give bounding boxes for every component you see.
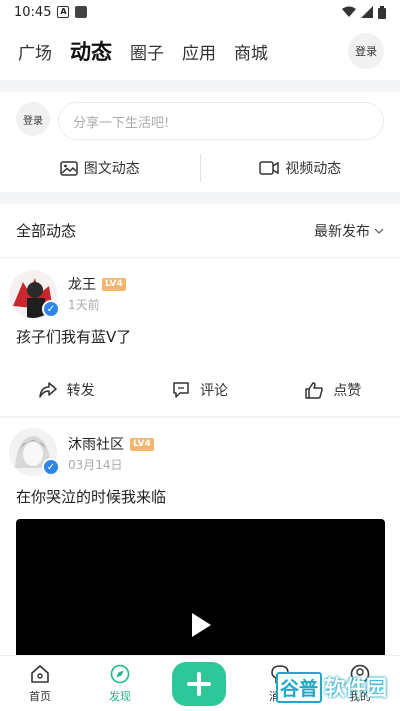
play-icon[interactable]: [190, 612, 212, 638]
bottom-tab-discover[interactable]: 发现: [80, 656, 160, 711]
image-post-button[interactable]: 图文动态: [0, 158, 200, 178]
post-time: 03月14日: [68, 458, 123, 472]
bottom-tab-home[interactable]: 首页: [0, 656, 80, 711]
feed-filter-bar: 全部动态 最新发布: [0, 204, 400, 258]
video-player[interactable]: [16, 519, 385, 659]
composer-login-avatar[interactable]: 登录: [16, 102, 50, 136]
post-time: 1天前: [68, 298, 100, 312]
top-nav: 广场 动态 圈子 应用 商城 登录: [0, 30, 400, 72]
tab-feed[interactable]: 动态: [70, 36, 112, 66]
status-bar: 10:45 A: [0, 0, 400, 24]
notification-a-icon: A: [57, 6, 70, 18]
like-label: 点赞: [333, 383, 362, 399]
share-arrow-icon: [38, 382, 57, 398]
tab-apps[interactable]: 应用: [182, 39, 216, 64]
repost-button[interactable]: 转发: [0, 380, 133, 400]
repost-label: 转发: [66, 383, 95, 399]
tab-square[interactable]: 广场: [18, 39, 52, 64]
post-composer: 登录 分享一下生活吧! 图文动态 视频动态: [0, 92, 400, 192]
level-badge: LV4: [130, 437, 154, 451]
share-input[interactable]: 分享一下生活吧!: [58, 102, 384, 140]
image-icon: [60, 160, 78, 176]
image-post-label: 图文动态: [83, 161, 140, 177]
post-author[interactable]: 龙王 LV4: [68, 274, 126, 294]
feed-post[interactable]: ✓ 沐雨社区 LV4 03月14日 在你哭泣的时候我来临: [0, 418, 400, 659]
watermark-box-text: 谷普: [276, 671, 323, 703]
post-actions: 转发 评论 点赞: [0, 370, 400, 410]
create-post-button[interactable]: [172, 662, 226, 706]
notification-square-icon: [75, 6, 88, 18]
post-text: 孩子们我有蓝V了: [16, 328, 132, 346]
signal-icon: [361, 6, 373, 18]
feed-title: 全部动态: [16, 222, 77, 240]
compass-icon: [110, 664, 130, 683]
post-text: 在你哭泣的时候我来临: [16, 488, 167, 506]
discover-label: 发现: [109, 689, 131, 703]
home-label: 首页: [29, 689, 51, 703]
thumbs-up-icon: [305, 381, 324, 399]
home-icon: [31, 664, 49, 683]
feed-post[interactable]: ✓ 龙王 LV4 1天前 孩子们我有蓝V了 转发 评论 点赞: [0, 258, 400, 416]
sort-label: 最新发布: [314, 223, 370, 240]
video-post-button[interactable]: 视频动态: [201, 158, 400, 178]
video-post-label: 视频动态: [285, 161, 342, 177]
comment-icon: [173, 382, 189, 398]
login-button[interactable]: 登录: [348, 33, 384, 69]
plus-icon: [187, 672, 211, 696]
compose-actions: 图文动态 视频动态: [0, 150, 400, 186]
battery-icon: [378, 5, 386, 19]
comment-button[interactable]: 评论: [133, 380, 266, 400]
status-time: 10:45: [14, 4, 52, 20]
sort-dropdown[interactable]: 最新发布: [314, 221, 384, 241]
section-divider: [0, 80, 400, 92]
watermark-text: 软件园: [324, 676, 388, 700]
level-badge: LV4: [102, 277, 126, 291]
watermark-logo: 谷普 软件园: [276, 670, 390, 704]
like-button[interactable]: 点赞: [267, 380, 400, 400]
author-name: 龙王: [68, 277, 96, 293]
video-camera-icon: [259, 161, 279, 175]
chevron-down-icon: [374, 228, 384, 234]
section-divider: [0, 192, 400, 204]
comment-label: 评论: [199, 383, 228, 399]
author-name: 沐雨社区: [68, 437, 124, 453]
post-author[interactable]: 沐雨社区 LV4: [68, 434, 154, 454]
verified-badge-icon: ✓: [42, 458, 60, 476]
tab-circles[interactable]: 圈子: [130, 39, 164, 64]
verified-badge-icon: ✓: [42, 300, 60, 318]
wifi-icon: [342, 6, 356, 17]
tab-store[interactable]: 商城: [234, 39, 268, 64]
